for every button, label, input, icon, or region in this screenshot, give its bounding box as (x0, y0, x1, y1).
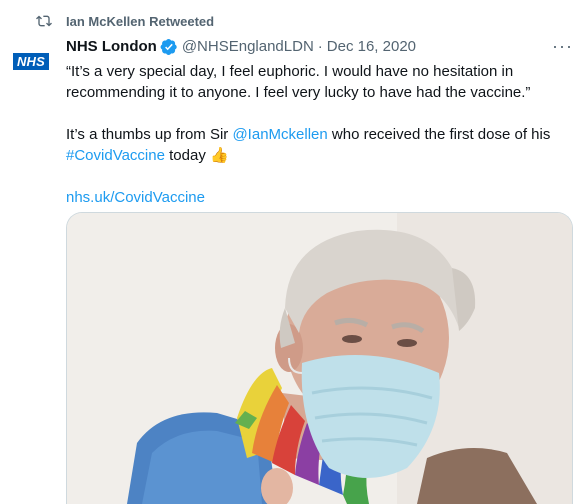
thumbs-up-paragraph: It’s a thumbs up from Sir @IanMckellen w… (66, 124, 566, 166)
retweet-icon (36, 15, 52, 27)
quote-paragraph: “It’s a very special day, I feel euphori… (66, 63, 531, 101)
hashtag-link[interactable]: #CovidVaccine (66, 147, 165, 164)
retweet-label[interactable]: Ian McKellen Retweeted (66, 14, 214, 29)
photo-illustration (67, 213, 572, 504)
external-link[interactable]: nhs.uk/CovidVaccine (66, 189, 205, 206)
nhs-logo: NHS (12, 52, 50, 70)
avatar[interactable]: NHS (8, 38, 54, 84)
thumbs-up-emoji: 👍 (209, 147, 229, 164)
mention-link[interactable]: @IanMckellen (232, 126, 327, 143)
retweet-context: Ian McKellen Retweeted (36, 12, 214, 30)
user-handle[interactable]: @NHSEnglandLDN (182, 37, 314, 57)
tweet[interactable]: Ian McKellen Retweeted NHS NHS London @N… (0, 0, 583, 504)
url-paragraph: nhs.uk/CovidVaccine (66, 187, 566, 208)
tweet-text: “It’s a very special day, I feel euphori… (66, 61, 566, 208)
verified-badge-icon (160, 38, 177, 56)
text-segment: It’s a thumbs up from Sir (66, 126, 233, 143)
more-options-icon[interactable]: ··· (552, 37, 573, 55)
tweet-header: NHS London @NHSEnglandLDN · Dec 16, 2020 (66, 37, 416, 57)
text-segment: who received the first dose of his (327, 126, 551, 143)
display-name[interactable]: NHS London (66, 37, 157, 57)
tweet-date[interactable]: Dec 16, 2020 (327, 37, 416, 57)
separator-dot: · (317, 38, 323, 55)
tweet-photo[interactable] (66, 212, 573, 504)
text-segment: today (164, 147, 210, 164)
